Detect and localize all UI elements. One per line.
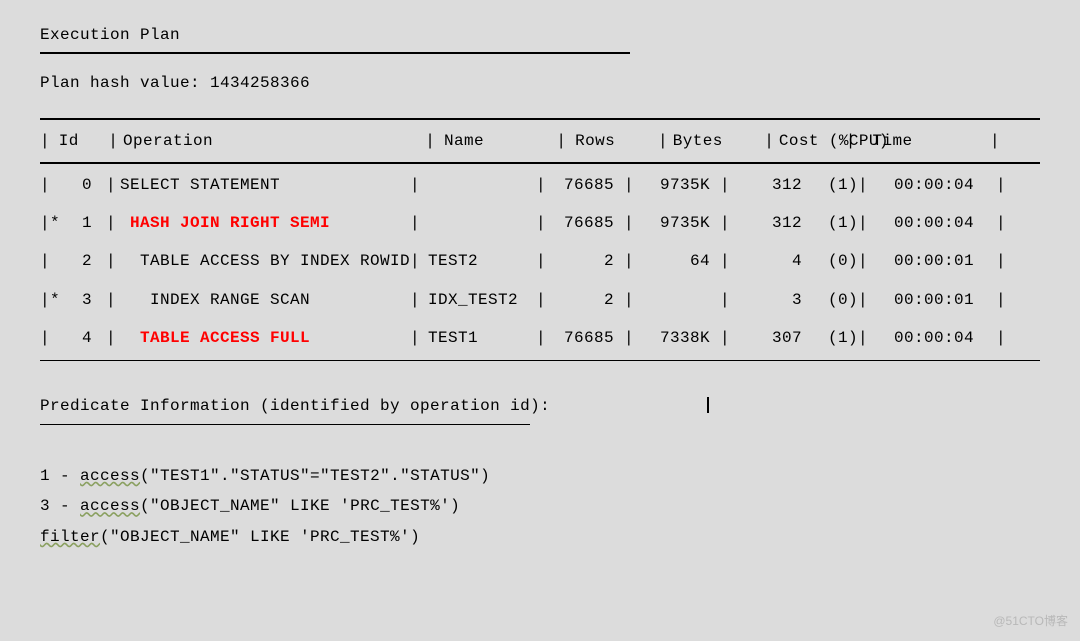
col-operation: Operation	[117, 122, 425, 160]
execution-plan-block: Execution Plan Plan hash value: 14342583…	[0, 0, 1080, 572]
col-bytes: Bytes	[667, 122, 754, 160]
predicate-line: 1 - access("TEST1"."STATUS"="TEST2"."STA…	[40, 461, 1040, 491]
table-row: | 2 | TABLE ACCESS BY INDEX ROWID| TEST2…	[40, 242, 1006, 280]
page-title: Execution Plan	[40, 20, 1040, 50]
divider	[40, 424, 530, 426]
table-row: | 0 |SELECT STATEMENT| |76685 |9735K |31…	[40, 166, 1006, 204]
predicate-list: 1 - access("TEST1"."STATUS"="TEST2"."STA…	[40, 461, 1040, 552]
table-row: |*1 | HASH JOIN RIGHT SEMI| |76685 |9735…	[40, 204, 1006, 242]
table-row: | 4 | TABLE ACCESS FULL| TEST1|76685 |73…	[40, 319, 1006, 357]
cursor-marker	[707, 397, 709, 413]
divider	[40, 118, 1040, 120]
watermark: @51CTO博客	[993, 610, 1068, 633]
col-name: Name	[444, 122, 556, 160]
divider	[40, 52, 630, 54]
col-id: Id	[59, 122, 99, 160]
col-cost: Cost (%CPU)	[773, 122, 846, 160]
plan-table-body: | 0 |SELECT STATEMENT| |76685 |9735K |31…	[40, 166, 1006, 358]
divider	[40, 162, 1040, 164]
col-rows: Rows	[575, 122, 648, 160]
predicate-line: 3 - access("OBJECT_NAME" LIKE 'PRC_TEST%…	[40, 491, 1040, 521]
col-time: Time	[865, 122, 986, 160]
divider	[40, 360, 1040, 362]
table-row: |*3 | INDEX RANGE SCAN| IDX_TEST2|2 | |3…	[40, 281, 1006, 319]
plan-header-row: | Id | Operation | Name | Rows | Bytes |…	[40, 122, 1000, 160]
plan-hash-value: Plan hash value: 1434258366	[40, 68, 1040, 98]
predicate-line: filter("OBJECT_NAME" LIKE 'PRC_TEST%')	[40, 522, 1040, 552]
predicate-title: Predicate Information (identified by ope…	[40, 391, 1040, 421]
